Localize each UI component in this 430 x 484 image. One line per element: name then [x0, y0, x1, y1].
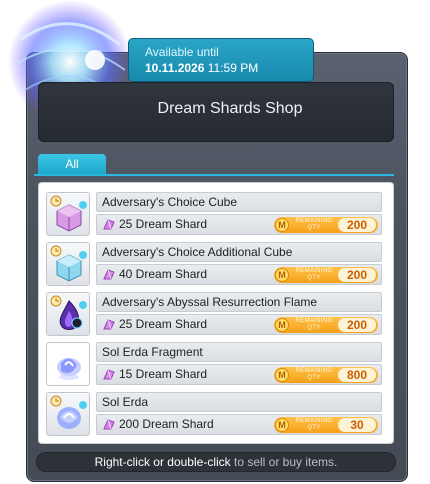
sol-erda-fragment-icon: [57, 358, 81, 380]
remaining-qty-pill: M REMAINING QTY 200: [274, 267, 378, 283]
remaining-qty-value: 30: [338, 418, 376, 432]
additional-cube-icon: [50, 245, 87, 282]
m-coin-icon: M: [275, 218, 289, 232]
item-price-bar: 15 Dream Shard M REMAINING QTY 800: [96, 364, 382, 385]
m-coin-icon: M: [275, 418, 289, 432]
dream-shard-icon: [103, 419, 115, 430]
item-price-bar: 25 Dream Shard M REMAINING QTY 200: [96, 214, 382, 235]
dream-shard-icon: [103, 369, 115, 380]
item-icon-frame: [46, 242, 90, 286]
item-name: Adversary's Choice Cube: [96, 192, 382, 212]
remaining-qty-value: 200: [338, 318, 376, 332]
available-until-label: Available until: [145, 45, 219, 59]
list-item[interactable]: Sol Erda 200 Dream Shard M REMAINING QTY…: [46, 392, 382, 436]
remaining-qty-value: 200: [338, 218, 376, 232]
remaining-qty-label: REMAINING QTY: [295, 218, 333, 231]
item-name: Sol Erda Fragment: [96, 342, 382, 362]
availability-tooltip: Available until 10.11.2026 11:59 PM: [128, 38, 314, 82]
footer-action-text: Right-click or double-click: [94, 455, 231, 469]
cube-icon: [50, 195, 87, 232]
list-item[interactable]: Adversary's Abyssal Resurrection Flame 2…: [46, 292, 382, 336]
tab-all[interactable]: All: [38, 154, 106, 174]
tab-underline: [34, 174, 394, 176]
flame-icon: [50, 295, 87, 330]
list-item[interactable]: Adversary's Choice Cube 25 Dream Shard M…: [46, 192, 382, 236]
list-item[interactable]: Adversary's Choice Additional Cube 40 Dr…: [46, 242, 382, 286]
item-price: 25 Dream Shard: [119, 217, 208, 231]
available-time: 11:59 PM: [207, 61, 259, 75]
remaining-qty-value: 200: [338, 268, 376, 282]
item-name: Adversary's Choice Additional Cube: [96, 242, 382, 262]
remaining-qty-pill: M REMAINING QTY 30: [274, 417, 378, 433]
item-icon-frame: [46, 292, 90, 336]
item-price: 40 Dream Shard: [119, 267, 208, 281]
item-price-bar: 200 Dream Shard M REMAINING QTY 30: [96, 414, 382, 435]
item-icon-frame: [46, 192, 90, 236]
dream-shard-icon: [103, 269, 115, 280]
shop-title: Dream Shards Shop: [157, 100, 303, 117]
remaining-qty-value: 800: [338, 368, 376, 382]
remaining-qty-pill: M REMAINING QTY 200: [274, 217, 378, 233]
m-coin-icon: M: [275, 268, 289, 282]
remaining-qty-pill: M REMAINING QTY 200: [274, 317, 378, 333]
help-footer: Right-click or double-click to sell or b…: [36, 452, 396, 472]
item-name: Adversary's Abyssal Resurrection Flame: [96, 292, 382, 312]
item-price: 25 Dream Shard: [119, 317, 208, 331]
remaining-qty-label: REMAINING QTY: [295, 368, 333, 381]
remaining-qty-label: REMAINING QTY: [295, 268, 333, 281]
m-coin-icon: M: [275, 318, 289, 332]
item-icon-frame: [46, 342, 90, 386]
remaining-qty-label: REMAINING QTY: [295, 418, 333, 431]
item-price: 15 Dream Shard: [119, 367, 208, 381]
m-coin-icon: M: [275, 368, 289, 382]
item-icon-frame: [46, 392, 90, 436]
item-price-bar: 40 Dream Shard M REMAINING QTY 200: [96, 264, 382, 285]
footer-suffix-text: to sell or buy items.: [234, 455, 338, 469]
list-item[interactable]: Sol Erda Fragment 15 Dream Shard M REMAI…: [46, 342, 382, 386]
remaining-qty-pill: M REMAINING QTY 800: [274, 367, 378, 383]
item-price-bar: 25 Dream Shard M REMAINING QTY 200: [96, 314, 382, 335]
dream-shard-icon: [103, 219, 115, 230]
available-date: 10.11.2026: [145, 61, 205, 75]
dream-shard-icon: [103, 319, 115, 330]
item-name: Sol Erda: [96, 392, 382, 412]
remaining-qty-label: REMAINING QTY: [295, 318, 333, 331]
sol-erda-icon: [50, 395, 87, 429]
item-price: 200 Dream Shard: [119, 417, 214, 431]
